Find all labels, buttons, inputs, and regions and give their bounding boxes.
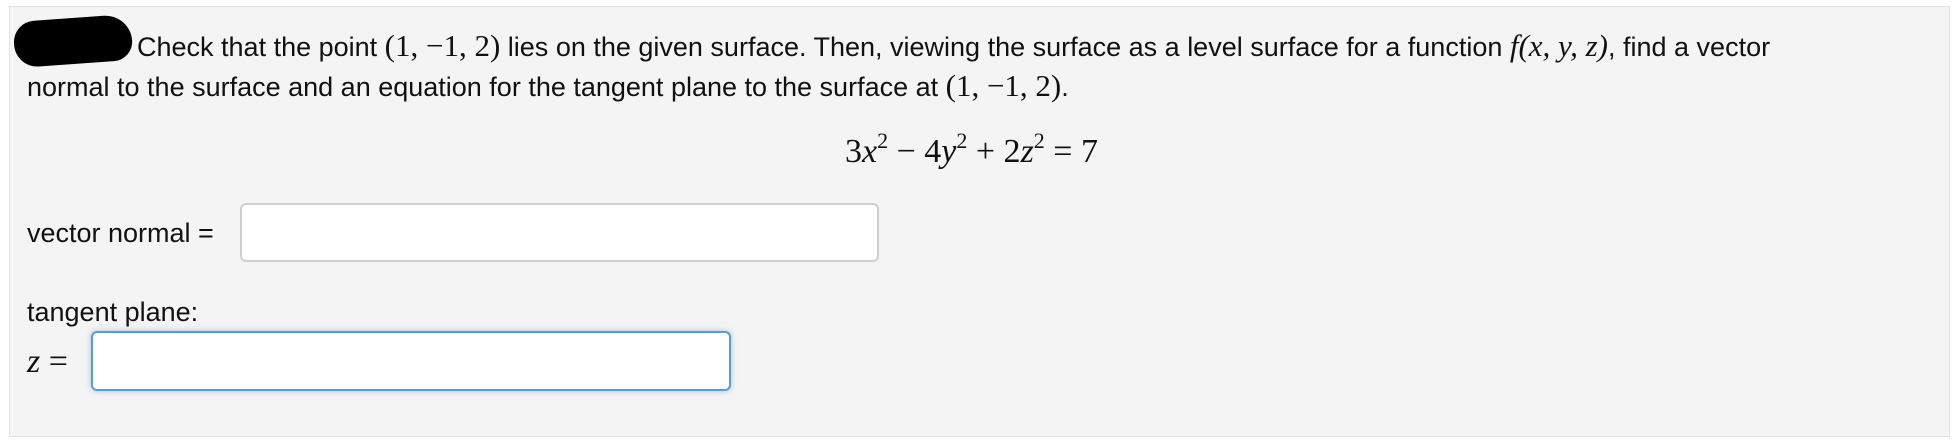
equation-term: + 2 — [967, 133, 1021, 170]
equation-term: = 7 — [1044, 133, 1098, 170]
z-equals-label: z = — [27, 340, 68, 384]
vector-normal-label: vector normal = — [27, 218, 214, 248]
z-variable: z — [27, 343, 41, 380]
function-notation: f(x, y, z) — [1509, 28, 1608, 63]
point-coordinates: (1, −1, 2) — [945, 68, 1062, 103]
redacted-question-number — [12, 13, 134, 69]
equation-exponent: 2 — [1033, 128, 1045, 153]
equation-variable: x — [862, 133, 878, 170]
question-text-segment: , find a vector — [1608, 32, 1771, 62]
equation-variable: y — [941, 133, 957, 170]
question-text-segment: normal to the surface and an equation fo… — [27, 72, 946, 102]
question-text-segment: Check that the point — [137, 32, 385, 62]
point-coordinates: (1, −1, 2) — [384, 28, 501, 63]
equation-exponent: 2 — [877, 128, 889, 153]
vector-normal-input[interactable] — [240, 203, 879, 262]
question-text-line-2: normal to the surface and an equation fo… — [27, 66, 1069, 107]
tangent-plane-input[interactable] — [91, 331, 731, 391]
question-text-line-1: Check that the point (1, −1, 2) lies on … — [137, 26, 1770, 67]
equals-sign: = — [40, 343, 68, 380]
equation-variable: z — [1020, 133, 1034, 170]
question-text-segment: . — [1061, 72, 1069, 102]
equation-term: − 4 — [888, 133, 942, 170]
question-text-segment: lies on the given surface. Then, viewing… — [500, 32, 1510, 62]
surface-equation: 3x2 − 4y2 + 2z2 = 7 — [845, 128, 1098, 171]
equation-term: 3 — [845, 133, 862, 170]
equation-exponent: 2 — [956, 128, 968, 153]
tangent-plane-label: tangent plane: — [27, 297, 199, 327]
